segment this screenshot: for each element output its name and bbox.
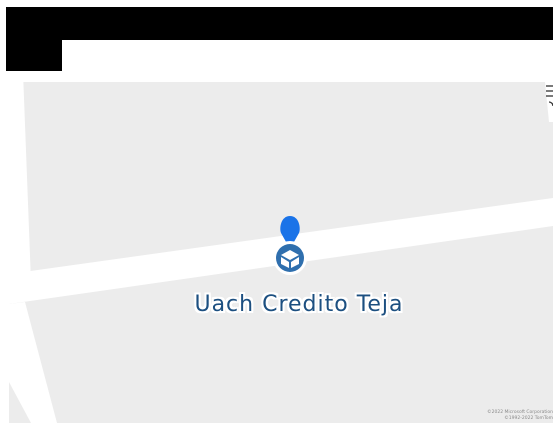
road-left-upper (9, 82, 31, 282)
attribution-line-tomtom: ©1992-2022 TomTom (504, 416, 553, 421)
road-left-lower (9, 302, 57, 423)
map-attribution: ©2022 Microsoft Corporation ©1992-2022 T… (487, 410, 553, 422)
map-roads (9, 82, 553, 423)
redaction-bar-left (6, 40, 62, 71)
map-canvas[interactable]: Uach Credito Teja ©2022 Microsoft Corpor… (9, 82, 553, 423)
place-label[interactable]: Uach Credito Teja (169, 292, 429, 317)
redaction-bar-top (6, 7, 553, 40)
